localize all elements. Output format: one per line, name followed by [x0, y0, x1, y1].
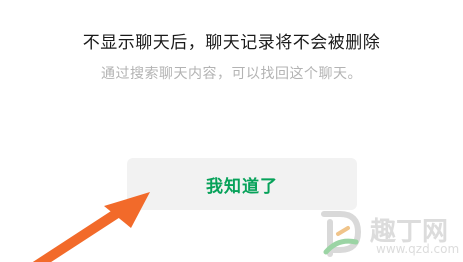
confirm-button-label: 我知道了: [206, 176, 278, 197]
site-watermark: 趣丁网 www.qzd.com: [318, 208, 463, 262]
dialog-title: 不显示聊天后，聊天记录将不会被删除: [82, 33, 381, 53]
confirm-button[interactable]: 我知道了: [127, 158, 357, 210]
dialog-subtitle: 通过搜索聊天内容，可以找回这个聊天。: [101, 66, 362, 82]
watermark-logo-icon: [321, 211, 362, 257]
watermark-url: www.qzd.com: [376, 242, 460, 256]
